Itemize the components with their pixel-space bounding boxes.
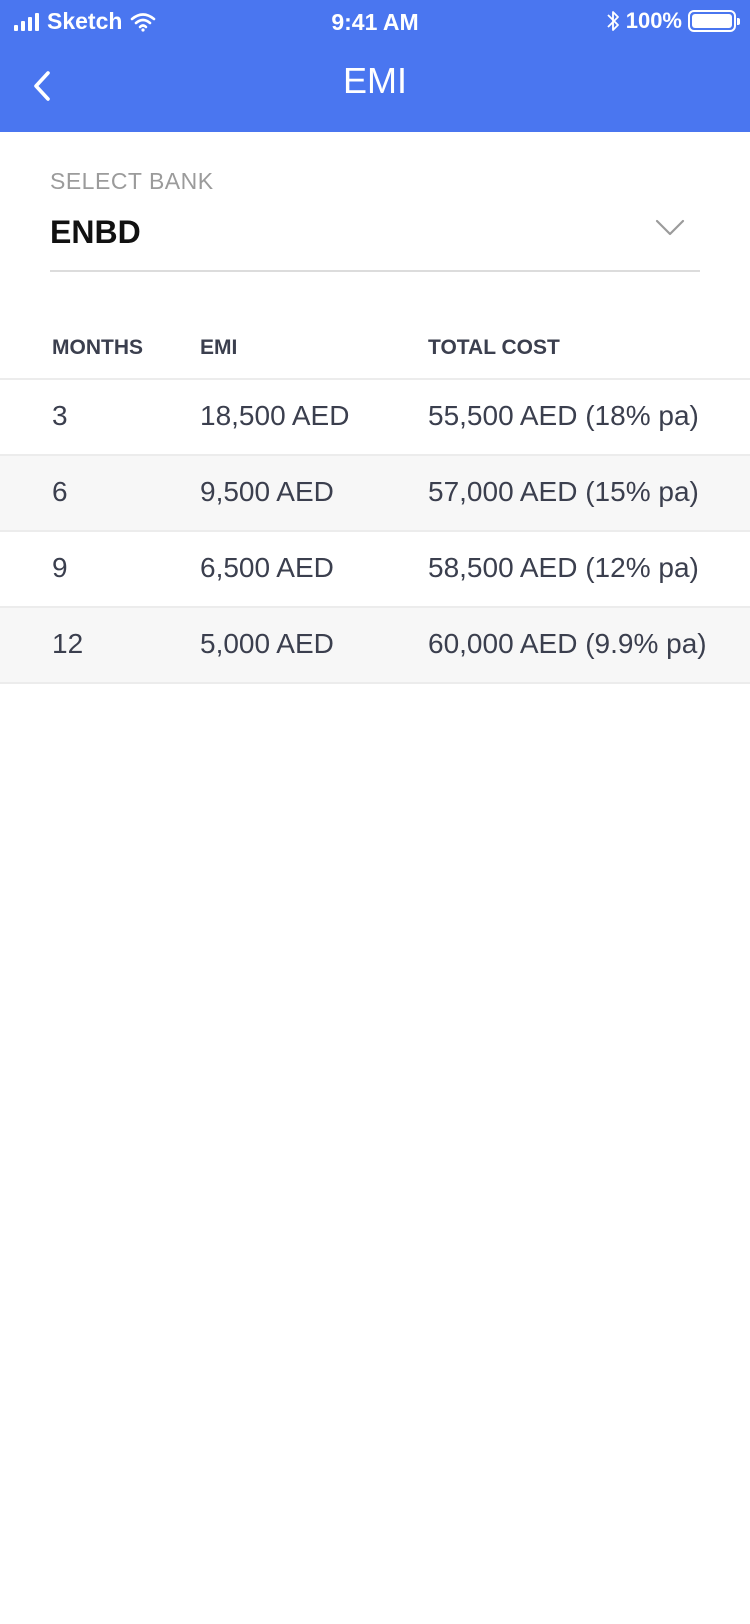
nav-bar: EMI	[0, 44, 750, 132]
cell-months: 12	[52, 628, 84, 659]
table-row: 9 6,500 AED 58,500 AED (12% pa)	[0, 532, 750, 608]
header-months: MONTHS	[52, 336, 143, 359]
table-row: 12 5,000 AED 60,000 AED (9.9% pa)	[0, 608, 750, 684]
cell-emi: 6,500 AED	[200, 552, 334, 583]
cell-emi: 9,500 AED	[200, 476, 334, 507]
table-row: 3 18,500 AED 55,500 AED (18% pa)	[0, 380, 750, 456]
app-header: Sketch 9:41 AM 100% EMI	[0, 0, 750, 132]
emi-table: MONTHS EMI TOTAL COST 3 18,500 AED 55,50…	[0, 316, 750, 684]
cell-months: 9	[52, 552, 68, 583]
cell-total-cost: 58,500 AED (12% pa)	[428, 552, 699, 583]
cell-emi: 5,000 AED	[200, 628, 334, 659]
status-right: 100%	[606, 8, 740, 34]
cell-months: 6	[52, 476, 68, 507]
cell-months: 3	[52, 400, 68, 431]
status-bar: Sketch 9:41 AM 100%	[0, 0, 750, 44]
header-emi: EMI	[200, 336, 238, 359]
chevron-down-icon	[655, 219, 685, 236]
cell-total-cost: 57,000 AED (15% pa)	[428, 476, 699, 507]
bank-selected-value: ENBD	[50, 214, 141, 250]
cell-total-cost: 60,000 AED (9.9% pa)	[428, 628, 707, 659]
battery-icon	[688, 10, 740, 32]
bluetooth-icon	[607, 11, 619, 31]
bank-select-label: SELECT BANK	[50, 168, 214, 194]
battery-percent: 100%	[625, 8, 682, 33]
bank-select-dropdown[interactable]: SELECT BANK ENBD	[50, 162, 700, 272]
header-total-cost: TOTAL COST	[428, 336, 560, 359]
cell-total-cost: 55,500 AED (18% pa)	[428, 400, 699, 431]
table-header: MONTHS EMI TOTAL COST	[0, 316, 750, 380]
table-row: 6 9,500 AED 57,000 AED (15% pa)	[0, 456, 750, 532]
cell-emi: 18,500 AED	[200, 400, 350, 431]
page-title: EMI	[342, 60, 407, 101]
